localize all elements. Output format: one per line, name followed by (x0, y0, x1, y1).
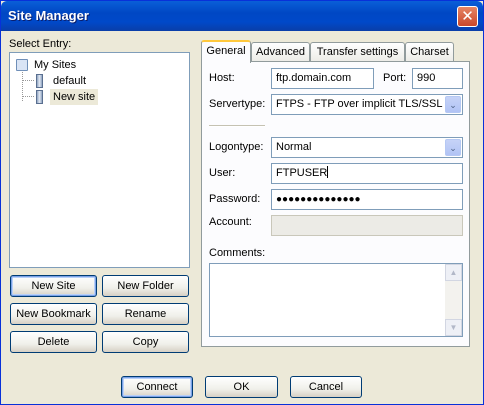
connect-button[interactable]: Connect (121, 376, 193, 398)
new-bookmark-button[interactable]: New Bookmark (10, 303, 97, 325)
host-label: Host: (209, 72, 235, 84)
logontype-select[interactable]: Normal ⌄ (271, 137, 463, 158)
comments-label: Comments: (209, 247, 266, 259)
server-icon (36, 90, 43, 104)
servertype-select[interactable]: FTPS - FTP over implicit TLS/SSL ⌄ (271, 94, 463, 115)
port-label: Port: (383, 72, 407, 84)
user-field[interactable]: FTPUSER (271, 163, 463, 184)
copy-button[interactable]: Copy (102, 331, 189, 353)
text-cursor (327, 166, 329, 178)
new-site-button[interactable]: New Site (10, 275, 97, 297)
site-manager-window: Site Manager ✕ Select Entry: My Sites de… (0, 0, 484, 405)
tree-connector (22, 96, 34, 97)
servertype-value: FTPS - FTP over implicit TLS/SSL (276, 98, 443, 110)
title-bar[interactable]: Site Manager ✕ (1, 1, 483, 31)
window-title: Site Manager (8, 8, 89, 23)
folder-icon (16, 59, 28, 71)
logontype-label: Logontype: (209, 141, 264, 153)
tree-item-label-selected: New site (50, 89, 99, 105)
scroll-down-icon[interactable]: ▼ (445, 319, 462, 336)
tab-transfer-settings[interactable]: Transfer settings (310, 42, 405, 62)
port-field[interactable]: 990 (412, 68, 463, 89)
password-label: Password: (209, 193, 261, 205)
tab-charset[interactable]: Charset (405, 42, 454, 62)
password-field[interactable]: ●●●●●●●●●●●●●● (271, 189, 463, 210)
tab-advanced[interactable]: Advanced (251, 42, 310, 62)
divider (209, 125, 265, 127)
tree-item-label: default (53, 75, 87, 87)
scroll-up-icon[interactable]: ▲ (445, 264, 462, 281)
delete-button[interactable]: Delete (10, 331, 97, 353)
tab-general[interactable]: General (201, 40, 251, 63)
rename-button[interactable]: Rename (102, 303, 189, 325)
comments-textarea[interactable]: ▲ ▼ (209, 263, 463, 337)
close-icon[interactable]: ✕ (457, 6, 478, 27)
chevron-down-icon[interactable]: ⌄ (445, 96, 461, 113)
chevron-down-icon[interactable]: ⌄ (445, 139, 461, 156)
host-field[interactable]: ftp.domain.com (271, 68, 374, 89)
tree-item-label: My Sites (34, 59, 77, 71)
cancel-button[interactable]: Cancel (290, 376, 362, 398)
user-value: FTPUSER (276, 167, 328, 179)
select-entry-label: Select Entry: (9, 38, 72, 50)
new-folder-button[interactable]: New Folder (102, 275, 189, 297)
account-field (271, 215, 463, 236)
servertype-label: Servertype: (209, 98, 266, 110)
tree-connector (22, 80, 34, 81)
comments-scrollbar[interactable]: ▲ ▼ (445, 264, 462, 336)
server-icon (36, 74, 43, 88)
account-label: Account: (209, 216, 252, 228)
ok-button[interactable]: OK (205, 376, 278, 398)
logontype-value: Normal (276, 141, 312, 153)
site-tree[interactable]: My Sites default New site (9, 52, 190, 268)
user-label: User: (209, 167, 236, 179)
